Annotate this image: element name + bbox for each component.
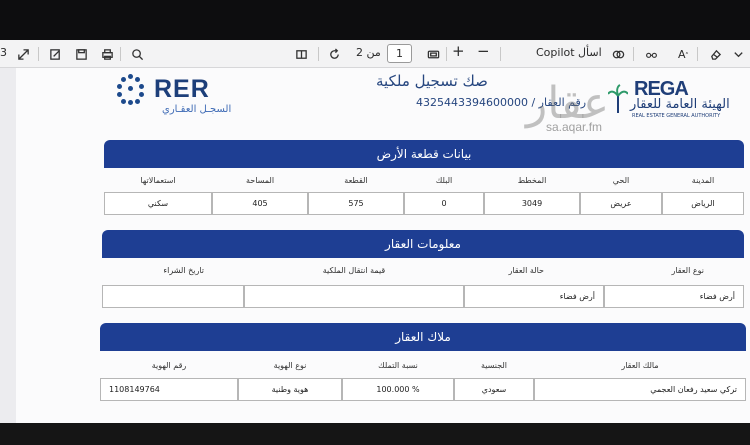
toolbar-left-digit: 3 — [0, 46, 7, 59]
rer-logo-mark-icon — [116, 74, 146, 105]
section-header-owners: ملاك العقار — [100, 323, 746, 351]
copilot-icon[interactable] — [609, 44, 627, 64]
toolbar-divider — [318, 47, 319, 61]
page-view-icon[interactable] — [292, 44, 310, 64]
land-label: البلك — [435, 176, 453, 185]
watermark-url: sa.aqar.fm — [546, 120, 603, 134]
property-label: قيمة انتقال الملكية — [322, 266, 386, 275]
toolbar-divider — [500, 47, 501, 61]
owner-id-number: 1108149764 — [100, 378, 238, 401]
pdf-page: RER السجـل العقـاري صك تسجيل ملكية رقم ا… — [16, 68, 750, 423]
property-value-purchase-date — [102, 285, 244, 308]
page-number-input[interactable]: 1 — [387, 44, 412, 63]
land-value-parcel: 575 — [308, 192, 404, 215]
toolbar-divider — [697, 47, 698, 61]
owner-nationality: سعودي — [454, 378, 534, 401]
owners-label: نسبة التملك — [378, 361, 418, 370]
expand-icon[interactable] — [14, 44, 32, 64]
land-value-block: 0 — [404, 192, 484, 215]
deed-title: صك تسجيل ملكية — [376, 72, 488, 90]
document-viewport: RER السجـل العقـاري صك تسجيل ملكية رقم ا… — [0, 68, 750, 423]
pdf-toolbar: 3 من 2 1 + − اسأل Copilot Aᵃ — [0, 40, 750, 68]
owners-labels-row: مالك العقار الجنسية نسبة التملك نوع الهو… — [100, 361, 746, 370]
land-value-city: الرياض — [662, 192, 744, 215]
land-label: الحي — [612, 176, 630, 185]
rega-logo: REGA الهيئة العامة للعقار REAL ESTATE GE… — [608, 78, 738, 124]
land-label: المساحة — [245, 176, 275, 185]
land-value-usage: سكني — [104, 192, 212, 215]
chevron-down-icon[interactable] — [730, 44, 746, 64]
land-values-row: الرياض عريض 3049 0 575 405 سكني — [104, 192, 744, 215]
property-label: نوع العقار — [671, 266, 704, 275]
rega-logo-arabic: الهيئة العامة للعقار — [630, 97, 730, 112]
owners-label: نوع الهوية — [273, 361, 307, 370]
land-labels-row: المدينة الحي المخطط البلك القطعة المساحة… — [104, 176, 744, 185]
save-icon[interactable] — [72, 44, 90, 64]
zoom-in-button[interactable]: + — [452, 42, 465, 60]
page-count: من 2 — [356, 46, 381, 59]
print-icon[interactable] — [98, 44, 116, 64]
land-value-plan: 3049 — [484, 192, 580, 215]
rer-logo-subtitle: السجـل العقـاري — [162, 104, 232, 115]
land-label: المخطط — [517, 176, 547, 185]
land-value-district: عريض — [580, 192, 662, 215]
property-values-row: أرض فضاء أرض فضاء — [102, 285, 744, 308]
property-label: حالة العقار — [508, 266, 544, 275]
toolbar-divider — [120, 47, 121, 61]
land-value-area: 405 — [212, 192, 308, 215]
owner-id-type: هوية وطنية — [238, 378, 342, 401]
screen-bezel-top — [0, 0, 750, 40]
toolbar-divider — [633, 47, 634, 61]
owners-label: رقم الهوية — [151, 361, 187, 370]
copilot-button[interactable]: اسأل Copilot — [536, 46, 602, 59]
rer-logo-text: RER — [154, 74, 210, 103]
screen-bezel-bottom — [0, 423, 750, 445]
section-header-property: معلومات العقار — [102, 230, 744, 258]
toolbar-divider — [446, 47, 447, 61]
land-label: القطعة — [344, 176, 368, 185]
land-label: المدينة — [691, 176, 715, 185]
eraser-icon[interactable] — [706, 44, 724, 64]
rotate-icon[interactable] — [325, 44, 343, 64]
edit-icon[interactable] — [46, 44, 64, 64]
search-icon[interactable] — [128, 44, 146, 64]
owner-share: % 100.000 — [342, 378, 454, 401]
read-aloud-icon[interactable] — [641, 44, 661, 64]
property-value-type: أرض فضاء — [604, 285, 744, 308]
owner-name: تركي سعيد رفعان العجمي — [534, 378, 746, 401]
toolbar-divider — [38, 47, 39, 61]
property-label: تاريخ الشراء — [163, 266, 204, 275]
rega-logo-english: REAL ESTATE GENERAL AUTHORITY — [632, 113, 721, 119]
owners-values-row: تركي سعيد رفعان العجمي سعودي % 100.000 ه… — [100, 378, 746, 401]
property-value-transfer — [244, 285, 464, 308]
rer-logo: RER — [116, 74, 210, 105]
section-header-land: بيانات قطعة الأرض — [104, 140, 744, 168]
property-value-status: أرض فضاء — [464, 285, 604, 308]
text-size-icon[interactable]: Aᵃ — [672, 44, 694, 64]
property-labels-row: نوع العقار حالة العقار قيمة انتقال الملك… — [102, 266, 744, 275]
zoom-out-button[interactable]: − — [477, 42, 490, 60]
owners-label: مالك العقار — [621, 361, 659, 370]
fit-page-icon[interactable] — [424, 44, 442, 64]
palm-icon — [608, 84, 628, 113]
land-label: استعمالاتها — [140, 176, 176, 185]
owners-label: الجنسية — [480, 361, 508, 370]
